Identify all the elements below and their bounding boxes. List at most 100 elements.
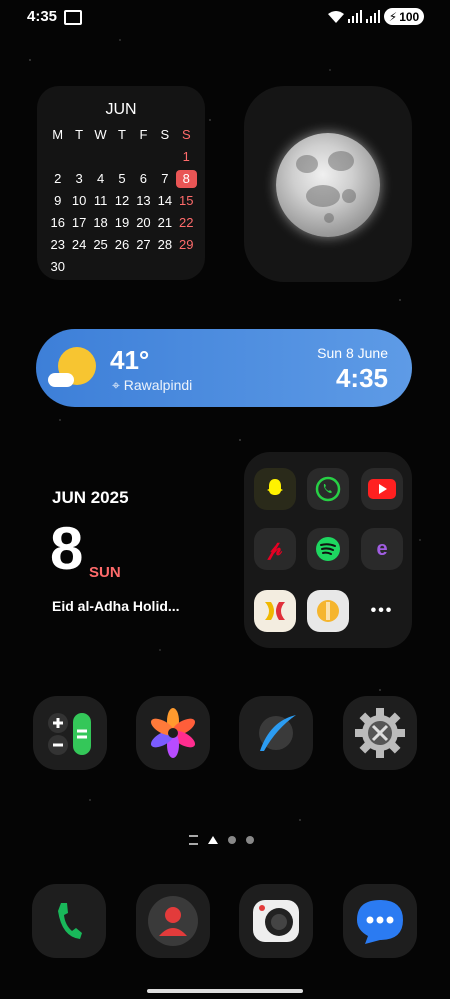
- messages-app-icon[interactable]: [343, 884, 417, 958]
- date-event: Eid al-Adha Holid...: [52, 598, 180, 614]
- weather-location: Rawalpindi: [123, 377, 193, 393]
- calendar-day[interactable]: 8: [175, 170, 197, 188]
- camera-app-icon[interactable]: [239, 884, 313, 958]
- weather-date: Sun 8 June: [317, 345, 388, 361]
- calendar-day[interactable]: 19: [111, 214, 132, 232]
- calendar-empty-cell: [111, 258, 132, 276]
- spotify-icon[interactable]: [307, 528, 349, 570]
- status-time: 4:35: [27, 8, 58, 25]
- calendar-day[interactable]: 20: [133, 214, 154, 232]
- calendar-month: JUN: [105, 101, 137, 118]
- calendar-empty-cell: [154, 148, 175, 166]
- calendar-widget[interactable]: JUN M T W T F S S 1 2 3 4 5 6 7 8 9 10 11 12 13 14 15 16 17 18 19…: [37, 86, 205, 280]
- calendar-day[interactable]: 23: [47, 236, 68, 254]
- moon-icon: [276, 133, 380, 237]
- calendar-empty-cell: [133, 148, 154, 166]
- calendar-weekday: F: [139, 127, 148, 142]
- weather-widget[interactable]: 41° ⌖ Rawalpindi Sun 8 June 4:35: [36, 329, 412, 407]
- calendar-day[interactable]: 15: [176, 192, 197, 210]
- contacts-app-icon[interactable]: [136, 884, 210, 958]
- gallery-app-icon[interactable]: [136, 696, 210, 770]
- cloud-icon: [48, 373, 74, 387]
- weather-location-row: ⌖ Rawalpindi: [112, 377, 192, 394]
- location-pin-icon: ⌖: [112, 377, 120, 393]
- calendar-weekday: S: [160, 127, 170, 142]
- calendar-day[interactable]: 16: [47, 214, 68, 232]
- signal-icon-2: [366, 10, 380, 26]
- page-dot[interactable]: [228, 836, 236, 844]
- calendar-empty-cell: [133, 258, 154, 276]
- whatsapp-icon[interactable]: [307, 468, 349, 510]
- calendar-weekday: W: [94, 127, 107, 142]
- feed-indicator-icon[interactable]: [189, 835, 198, 845]
- app-folder[interactable]: 𝓅 e •••: [244, 452, 412, 648]
- calendar-day[interactable]: 27: [133, 236, 154, 254]
- calendar-weekday: T: [75, 127, 84, 142]
- calendar-day[interactable]: 14: [154, 192, 175, 210]
- calendar-day[interactable]: 25: [90, 236, 111, 254]
- youtube-icon[interactable]: [361, 468, 403, 510]
- calendar-empty-cell: [111, 148, 132, 166]
- calendar-empty-cell: [47, 148, 68, 166]
- calendar-empty-cell: [176, 258, 197, 276]
- folder-more-button[interactable]: •••: [361, 590, 403, 632]
- calendar-day[interactable]: 1: [176, 148, 197, 166]
- settings-app-icon[interactable]: [343, 696, 417, 770]
- calendar-day[interactable]: 22: [176, 214, 197, 232]
- weather-temperature: 41°: [110, 345, 150, 375]
- calendar-day[interactable]: 5: [111, 170, 132, 188]
- calendar-day[interactable]: 30: [47, 258, 68, 276]
- wifi-icon: [327, 10, 345, 27]
- screenshot-icon: [64, 10, 82, 25]
- date-widget[interactable]: JUN 2025 8 SUN Eid al-Adha Holid...: [37, 466, 205, 636]
- bolt-icon: ⚡: [388, 9, 398, 24]
- calendar-grid: M T W T F S S 1 2 3 4 5 6 7 8 9 10 11 12 13 14 15 16 17 18 19 20 21…: [47, 126, 197, 276]
- calendar-day[interactable]: 13: [133, 192, 154, 210]
- calendar-day[interactable]: 24: [68, 236, 89, 254]
- app-x-icon[interactable]: [254, 590, 296, 632]
- calendar-day[interactable]: 28: [154, 236, 175, 254]
- calendar-weekday: M: [52, 127, 64, 142]
- moon-phase-widget[interactable]: [244, 86, 412, 282]
- phone-app-icon[interactable]: [32, 884, 106, 958]
- app-coin-icon[interactable]: [307, 590, 349, 632]
- calendar-empty-cell: [90, 258, 111, 276]
- calendar-weekday: S: [181, 127, 191, 142]
- gesture-nav-bar[interactable]: [147, 989, 303, 993]
- calendar-day[interactable]: 9: [47, 192, 68, 210]
- page-indicator[interactable]: [189, 835, 254, 845]
- weather-time: 4:35: [335, 363, 388, 393]
- calendar-empty-cell: [68, 148, 89, 166]
- date-month-year: JUN 2025: [52, 488, 129, 507]
- calculator-app-icon[interactable]: [33, 696, 107, 770]
- calendar-day[interactable]: 2: [47, 170, 68, 188]
- calendar-empty-cell: [90, 148, 111, 166]
- calendar-day[interactable]: 6: [133, 170, 154, 188]
- calendar-day[interactable]: 17: [68, 214, 89, 232]
- calendar-day[interactable]: 29: [176, 236, 197, 254]
- browser-app-icon[interactable]: [239, 696, 313, 770]
- calendar-day[interactable]: 4: [90, 170, 111, 188]
- calendar-day[interactable]: 18: [90, 214, 111, 232]
- snapchat-icon[interactable]: [254, 468, 296, 510]
- status-bar: 4:35 ⚡ 100: [0, 0, 450, 34]
- app-e-icon[interactable]: e: [361, 528, 403, 570]
- calendar-day[interactable]: 3: [68, 170, 89, 188]
- calendar-weekday: T: [118, 127, 126, 142]
- calendar-empty-cell: [68, 258, 89, 276]
- battery-level: 100: [399, 9, 420, 24]
- date-day-number: 8: [50, 515, 84, 582]
- date-day-name: SUN: [89, 564, 121, 581]
- calendar-day[interactable]: 26: [111, 236, 132, 254]
- pinterest-icon[interactable]: 𝓅: [254, 528, 296, 570]
- page-dot[interactable]: [246, 836, 254, 844]
- calendar-day[interactable]: 11: [90, 192, 111, 210]
- calendar-day[interactable]: 7: [154, 170, 175, 188]
- home-indicator-icon[interactable]: [208, 836, 218, 844]
- calendar-day[interactable]: 21: [154, 214, 175, 232]
- calendar-empty-cell: [154, 258, 175, 276]
- battery-indicator: ⚡ 100: [384, 8, 424, 25]
- calendar-day[interactable]: 10: [68, 192, 89, 210]
- calendar-day[interactable]: 12: [111, 192, 132, 210]
- signal-icon: [348, 10, 362, 26]
